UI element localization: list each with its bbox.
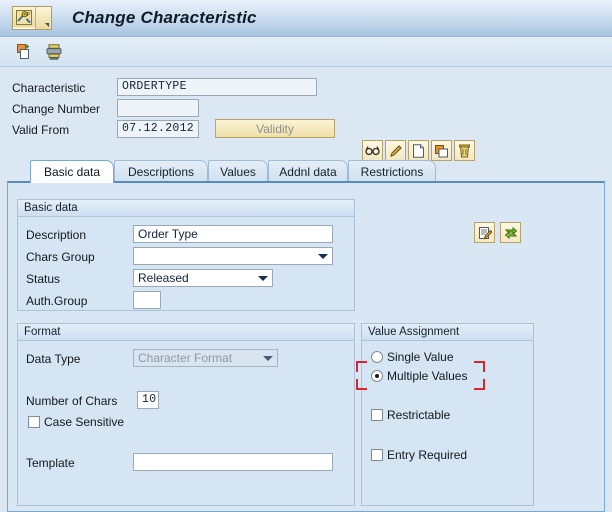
chevron-down-icon	[263, 356, 273, 361]
chevron-down-icon[interactable]	[36, 7, 51, 29]
tab-basic-data[interactable]: Basic data	[30, 160, 114, 183]
restrictable-checkbox[interactable]: Restrictable	[371, 408, 450, 422]
format-group: Format Data Type Character Format Number…	[17, 323, 355, 506]
sap-change-characteristic-window: P Change Characteristic Characteristic O…	[0, 0, 612, 512]
header-action-toolbar	[362, 140, 475, 161]
basic-data-side-toolbar	[474, 222, 521, 243]
tab-panel-basic-data: Basic data Description Order Type Chars …	[7, 181, 605, 512]
copy-button[interactable]	[431, 140, 452, 161]
checkbox-box	[371, 449, 383, 461]
svg-text:P: P	[27, 12, 30, 18]
description-label: Description	[26, 228, 87, 242]
single-value-label: Single Value	[387, 350, 454, 364]
basic-data-group-title: Basic data	[18, 200, 354, 217]
description-input[interactable]: Order Type	[133, 225, 333, 243]
chars-group-label: Chars Group	[26, 250, 95, 264]
status-select[interactable]: Released	[133, 269, 273, 287]
format-group-title: Format	[18, 324, 354, 341]
change-number-input[interactable]	[117, 99, 199, 117]
tab-restrictions[interactable]: Restrictions	[348, 160, 436, 182]
restrictable-label: Restrictable	[387, 408, 451, 422]
chevron-down-icon	[318, 254, 328, 259]
system-menu-button[interactable]: P	[12, 6, 52, 30]
chars-group-select[interactable]	[133, 247, 333, 265]
template-label: Template	[26, 456, 75, 470]
single-value-radio[interactable]: Single Value	[371, 350, 454, 364]
entry-required-label: Entry Required	[387, 448, 468, 462]
basic-data-group: Basic data Description Order Type Chars …	[17, 199, 355, 311]
printer-icon[interactable]	[44, 42, 64, 62]
application-toolbar	[0, 37, 612, 67]
case-sensitive-checkbox[interactable]: Case Sensitive	[28, 415, 124, 429]
sap-characteristic-icon: P	[13, 7, 35, 27]
characteristic-label: Characteristic	[12, 81, 86, 95]
chevron-down-icon	[258, 276, 268, 281]
number-of-chars-input[interactable]: 10	[137, 391, 159, 409]
documentation-button[interactable]	[474, 222, 495, 243]
header-form: Characteristic ORDERTYPE Change Number V…	[0, 68, 612, 161]
tab-values[interactable]: Values	[208, 160, 268, 182]
tab-descriptions[interactable]: Descriptions	[114, 160, 208, 182]
data-type-select[interactable]: Character Format	[133, 349, 278, 367]
tab-addnl-data[interactable]: Addnl data	[268, 160, 348, 182]
page-title: Change Characteristic	[72, 8, 257, 27]
auth-group-input[interactable]	[133, 291, 161, 309]
data-type-label: Data Type	[26, 352, 81, 366]
multiple-values-radio[interactable]: Multiple Values	[371, 369, 467, 383]
delete-button[interactable]	[454, 140, 475, 161]
copy-document-icon[interactable]	[14, 42, 34, 62]
translate-button[interactable]	[500, 222, 521, 243]
characteristic-input[interactable]: ORDERTYPE	[117, 78, 317, 96]
validity-button[interactable]: Validity	[215, 119, 335, 138]
title-bar: P Change Characteristic	[0, 0, 612, 37]
data-type-value: Character Format	[138, 351, 233, 365]
multiple-values-label: Multiple Values	[387, 369, 468, 383]
entry-required-checkbox[interactable]: Entry Required	[371, 448, 467, 462]
value-assignment-group-title: Value Assignment	[362, 324, 533, 341]
value-assignment-group: Value Assignment Single Value Multiple V…	[361, 323, 534, 506]
number-of-chars-label: Number of Chars	[26, 394, 118, 408]
radio-circle-selected	[371, 370, 383, 382]
valid-from-input[interactable]: 07.12.2012	[117, 120, 199, 138]
tab-bar: Basic data Descriptions Values Addnl dat…	[7, 160, 605, 183]
create-button[interactable]	[408, 140, 429, 161]
status-label: Status	[26, 272, 61, 286]
template-input[interactable]	[133, 453, 333, 471]
checkbox-box	[371, 409, 383, 421]
auth-group-label: Auth.Group	[26, 294, 88, 308]
checkbox-box	[28, 416, 40, 428]
change-number-label: Change Number	[12, 102, 101, 116]
case-sensitive-label: Case Sensitive	[44, 415, 125, 429]
radio-circle	[371, 351, 383, 363]
status-value: Released	[138, 271, 189, 285]
valid-from-label: Valid From	[12, 123, 70, 137]
change-button[interactable]	[385, 140, 406, 161]
display-button[interactable]	[362, 140, 383, 161]
